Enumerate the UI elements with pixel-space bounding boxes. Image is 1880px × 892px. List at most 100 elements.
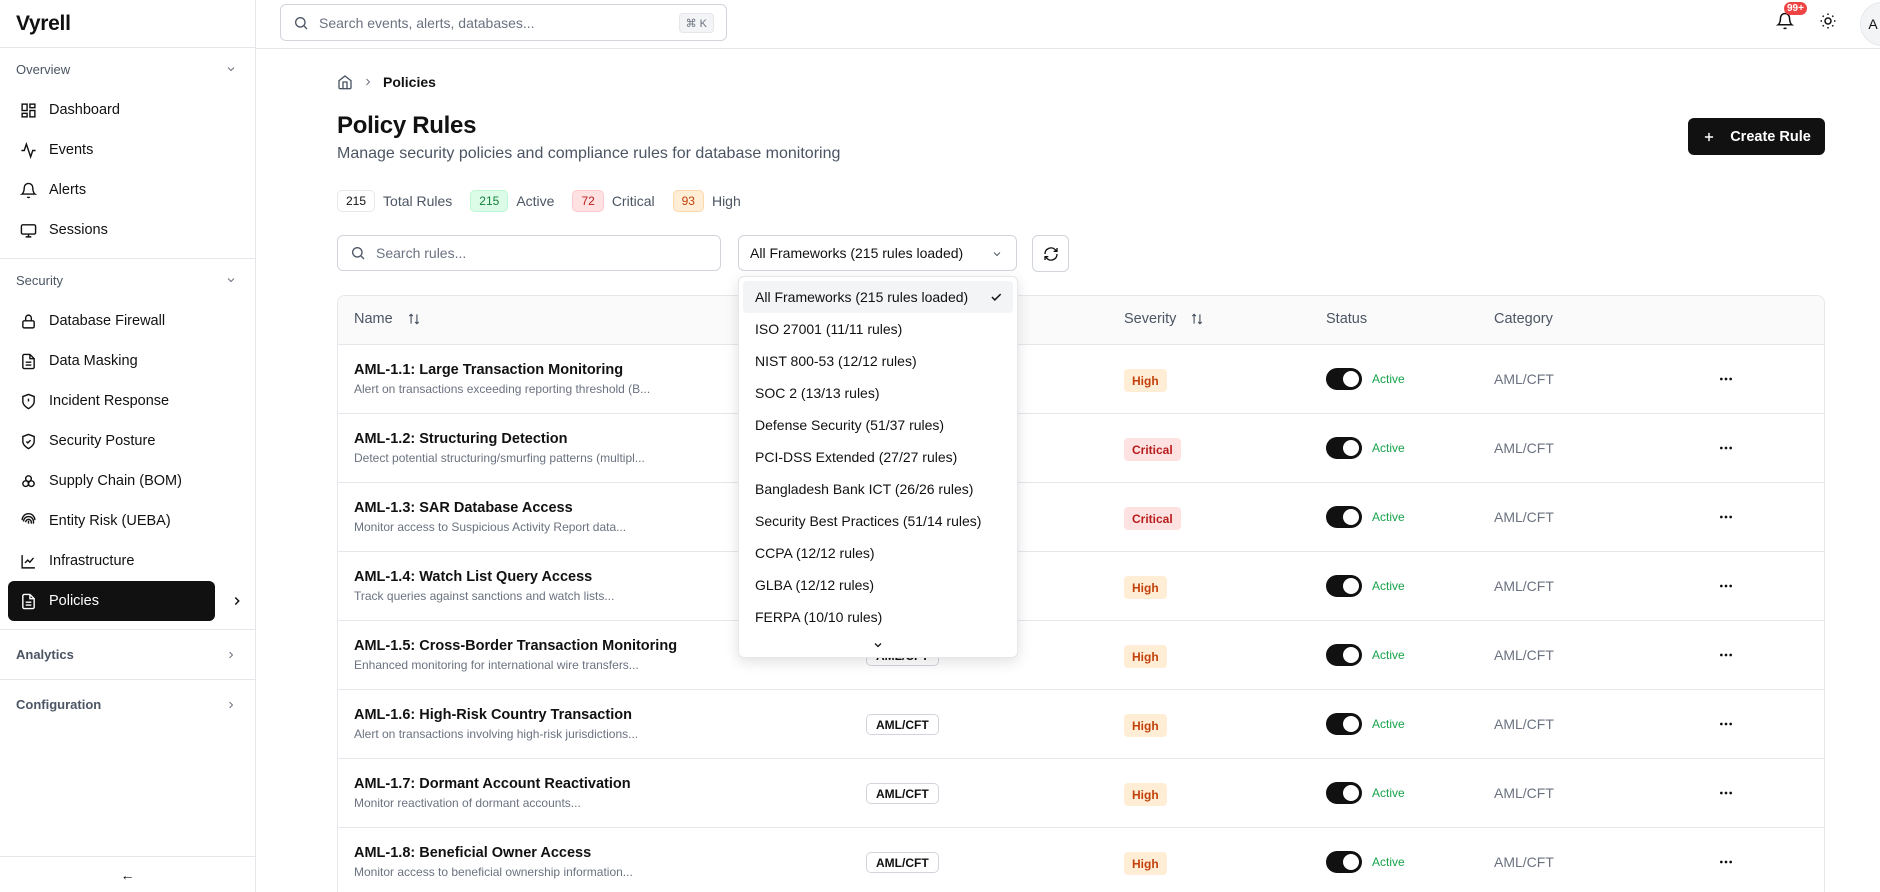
brand-logo[interactable]: Vyrell (0, 0, 255, 48)
more-actions-icon[interactable] (1718, 440, 1734, 456)
rule-description: Alert on transactions involving high-ris… (354, 727, 639, 741)
sidebar-item-events[interactable]: Events (8, 130, 247, 170)
framework-option[interactable]: NIST 800-53 (12/12 rules) (743, 345, 1013, 377)
column-header-status: Status (1326, 311, 1367, 327)
home-icon[interactable] (337, 74, 353, 90)
framework-option[interactable]: PCI-DSS Extended (27/27 rules) (743, 441, 1013, 473)
sidebar-item-alerts[interactable]: Alerts (8, 170, 247, 210)
table-row[interactable]: AML-1.3: SAR Database Access Monitor acce… (338, 483, 1824, 552)
framework-option[interactable]: SOC 2 (13/13 rules) (743, 377, 1013, 409)
framework-option[interactable]: CCPA (12/12 rules) (743, 537, 1013, 569)
rule-name[interactable]: AML-1.3: SAR Database Access (354, 500, 573, 516)
chevron-right-icon[interactable] (230, 594, 244, 608)
plus-icon (1705, 132, 1714, 141)
framework-option[interactable]: ISO 27001 (11/11 rules) (743, 313, 1013, 345)
framework-option-label: GLBA (12/12 rules) (755, 577, 875, 593)
status-toggle[interactable] (1326, 851, 1362, 873)
table-row[interactable]: AML-1.1: Large Transaction Monitoring Ale… (338, 345, 1824, 414)
table-row[interactable]: AML-1.8: Beneficial Owner Access Monitor … (338, 828, 1824, 892)
status-toggle[interactable] (1326, 437, 1362, 459)
sidebar-item-data-masking[interactable]: Data Masking (8, 341, 247, 381)
rule-name[interactable]: AML-1.8: Beneficial Owner Access (354, 845, 591, 861)
status-toggle[interactable] (1326, 368, 1362, 390)
severity-badge: High (1124, 852, 1167, 875)
chevron-right-icon (229, 651, 234, 658)
framework-option[interactable]: Defense Security (51/37 rules) (743, 409, 1013, 441)
status-toggle[interactable] (1326, 506, 1362, 528)
column-header-severity[interactable]: Severity (1124, 311, 1204, 327)
framework-select[interactable]: All Frameworks (215 rules loaded) (738, 235, 1017, 271)
sidebar-item-security-posture[interactable]: Security Posture (8, 421, 247, 461)
more-actions-icon[interactable] (1718, 371, 1734, 387)
sidebar-item-policies[interactable]: Policies (8, 581, 240, 621)
framework-option[interactable]: FERPA (10/10 rules) (743, 601, 1013, 633)
boxes-icon (22, 474, 35, 487)
dropdown-scroll-down[interactable] (743, 633, 1013, 657)
framework-badge: AML/CFT (866, 783, 939, 804)
rule-name[interactable]: AML-1.7: Dormant Account Reactivation (354, 776, 631, 792)
sidebar-item-entity-risk[interactable]: Entity Risk (UEBA) (8, 501, 247, 541)
sidebar-item-dashboard[interactable]: Dashboard (8, 90, 247, 130)
stat-high-label: High (711, 193, 741, 209)
status-toggle[interactable] (1326, 575, 1362, 597)
rule-name[interactable]: AML-1.6: High-Risk Country Transaction (354, 707, 632, 723)
user-avatar[interactable]: A (1860, 2, 1880, 46)
sidebar-item-supply-chain[interactable]: Supply Chain (BOM) (8, 461, 247, 501)
table-row[interactable]: AML-1.4: Watch List Query Access Track qu… (338, 552, 1824, 621)
table-row[interactable]: AML-1.7: Dormant Account Reactivation Mon… (338, 759, 1824, 828)
breadcrumb-current: Policies (383, 74, 436, 90)
framework-option[interactable]: All Frameworks (215 rules loaded) (743, 281, 1013, 313)
rule-name[interactable]: AML-1.1: Large Transaction Monitoring (354, 362, 623, 378)
more-actions-icon[interactable] (1718, 509, 1734, 525)
framework-option[interactable]: Security Best Practices (51/14 rules) (743, 505, 1013, 537)
column-header-name[interactable]: Name (354, 311, 421, 327)
more-actions-icon[interactable] (1718, 854, 1734, 870)
table-row[interactable]: AML-1.5: Cross-Border Transaction Monito… (338, 621, 1824, 690)
global-search-input[interactable]: Search events, alerts, databases... ⌘ K (280, 4, 727, 41)
status-toggle[interactable] (1326, 713, 1362, 735)
rule-name[interactable]: AML-1.5: Cross-Border Transaction Monito… (354, 638, 677, 654)
severity-badge: High (1124, 714, 1167, 737)
framework-badge: AML/CFT (866, 714, 939, 735)
rule-name[interactable]: AML-1.4: Watch List Query Access (354, 569, 592, 585)
sidebar-item-database-firewall[interactable]: Database Firewall (8, 301, 247, 341)
framework-option[interactable]: GLBA (12/12 rules) (743, 569, 1013, 601)
chevron-down-icon (874, 643, 882, 648)
framework-dropdown-menu: All Frameworks (215 rules loaded) ISO 270… (738, 276, 1018, 658)
shield-check-icon (22, 433, 35, 449)
more-actions-icon[interactable] (1718, 716, 1734, 732)
more-actions-icon[interactable] (1718, 578, 1734, 594)
table-row[interactable]: AML-1.2: Structuring Detection Detect pot… (338, 414, 1824, 483)
sidebar-item-label: Events (49, 142, 94, 158)
framework-option[interactable]: Bangladesh Bank ICT (26/26 rules) (743, 473, 1013, 505)
status-toggle[interactable] (1326, 644, 1362, 666)
category-label: AML/CFT (1494, 371, 1554, 387)
sidebar-item-label: Sessions (49, 222, 108, 238)
more-actions-icon[interactable] (1718, 785, 1734, 801)
sidebar-item-label: Dashboard (49, 102, 120, 118)
sidebar-item-label: Alerts (49, 182, 87, 198)
nav-section-configuration-toggle[interactable]: Configuration (0, 680, 255, 729)
theme-toggle-sun-icon[interactable] (1819, 12, 1837, 30)
sidebar-item-label: Entity Risk (UEBA) (49, 513, 171, 529)
status-toggle[interactable] (1326, 782, 1362, 804)
table-row[interactable]: AML-1.6: High-Risk Country Transaction Al… (338, 690, 1824, 759)
create-rule-button[interactable]: Create Rule (1688, 118, 1825, 155)
sidebar-item-label: Incident Response (49, 393, 170, 409)
sort-icon (408, 313, 419, 325)
sidebar-collapse-button[interactable]: ← (0, 856, 255, 892)
nav-section-analytics: Analytics (0, 630, 255, 680)
sidebar-item-incident-response[interactable]: Incident Response (8, 381, 247, 421)
sidebar-item-infrastructure[interactable]: Infrastructure (8, 541, 247, 581)
nav-section-analytics-toggle[interactable]: Analytics (0, 630, 255, 679)
status-label: Active (1372, 855, 1405, 869)
sidebar-item-sessions[interactable]: Sessions (8, 210, 247, 250)
rule-name[interactable]: AML-1.2: Structuring Detection (354, 431, 567, 447)
refresh-button[interactable] (1032, 235, 1069, 272)
rule-search-input[interactable]: Search rules... (337, 235, 721, 271)
more-actions-icon[interactable] (1718, 647, 1734, 663)
sort-icon (1192, 313, 1203, 325)
rule-description: Enhanced monitoring for international wi… (354, 658, 639, 672)
nav-section-security-toggle[interactable]: Security (0, 259, 255, 301)
nav-section-overview-toggle[interactable]: Overview (0, 48, 255, 90)
